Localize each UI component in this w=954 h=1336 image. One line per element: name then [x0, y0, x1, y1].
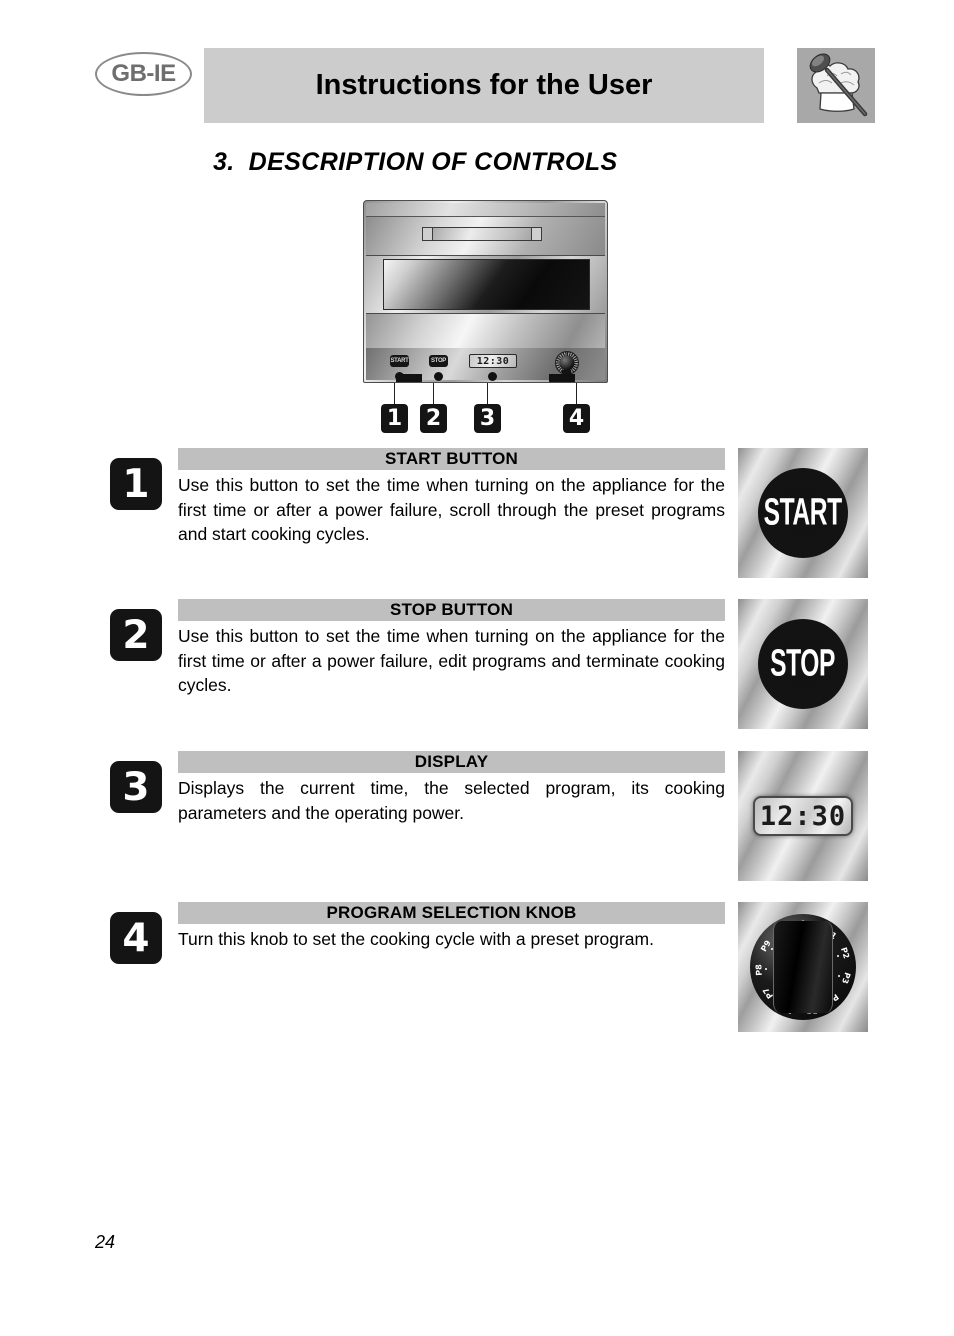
item-badge-3: 3: [110, 761, 162, 813]
oven-handle-zone: [366, 217, 605, 256]
callout-3: 3: [474, 404, 501, 433]
oven-foot-right: [549, 374, 575, 382]
item-badge-1: 1: [110, 458, 162, 510]
chef-hat-spoon-icon: [797, 48, 875, 123]
start-button-photo: START: [738, 448, 868, 578]
header-title-bar: Instructions for the User: [204, 48, 764, 123]
page-header: GB-IE Instructions for the User: [0, 0, 954, 135]
diagram-stop-indicator: [434, 372, 443, 381]
leader-line-2: [433, 383, 434, 404]
item-body-2: Use this button to set the time when tur…: [178, 626, 725, 695]
display-value: 12:30: [759, 800, 847, 832]
page-number: 24: [95, 1232, 116, 1252]
item-text-1: START BUTTON Use this button to set the …: [178, 448, 725, 547]
program-knob-photo: 0 P1 P2 P3 P4 P5 P6 P7 P8 P9: [738, 902, 868, 1032]
item-heading-1: START BUTTON: [178, 448, 725, 470]
stop-button-label: STOP: [770, 642, 836, 685]
section-title: 3. DESCRIPTION OF CONTROLS: [213, 148, 618, 177]
start-button-graphic: START: [758, 468, 848, 558]
callout-2: 2: [420, 404, 447, 433]
item-badge-4: 4: [110, 912, 162, 964]
oven-mid-band: [366, 313, 605, 349]
oven-door-window: [383, 259, 590, 310]
diagram-start-button: START: [390, 355, 409, 367]
section-title-text: DESCRIPTION OF CONTROLS: [248, 148, 618, 176]
item-body-1: Use this button to set the time when tur…: [178, 475, 725, 544]
page-title: Instructions for the User: [315, 69, 653, 101]
section-number: 3.: [213, 148, 235, 176]
item-body-4: Turn this knob to set the cooking cycle …: [178, 929, 654, 949]
diagram-display-indicator: [488, 372, 497, 381]
callout-4: 4: [563, 404, 590, 433]
diagram-display: 12:30: [469, 354, 517, 368]
appliance-diagram: START STOP 12:30 1 2 3 4: [363, 200, 608, 433]
item-text-2: STOP BUTTON Use this button to set the t…: [178, 599, 725, 698]
knob-pointer-face: [773, 921, 833, 1013]
oven-door-handle: [422, 227, 542, 241]
item-heading-2: STOP BUTTON: [178, 599, 725, 621]
item-text-3: DISPLAY Displays the current time, the s…: [178, 751, 725, 825]
oven-foot-left: [396, 374, 422, 382]
oven-top-rail: [366, 203, 605, 217]
item-body-3: Displays the current time, the selected …: [178, 778, 725, 823]
stop-button-photo: STOP: [738, 599, 868, 729]
diagram-stop-button: STOP: [429, 355, 448, 367]
language-badge: GB-IE: [95, 52, 192, 96]
item-heading-3: DISPLAY: [178, 751, 725, 773]
leader-line-3: [487, 383, 488, 404]
oven-front-view: START STOP 12:30: [363, 200, 608, 383]
leader-line-1: [394, 383, 395, 404]
stop-button-graphic: STOP: [758, 619, 848, 709]
start-button-label: START: [763, 491, 843, 534]
display-graphic: 12:30: [753, 796, 853, 836]
leader-line-4: [576, 383, 577, 404]
item-text-4: PROGRAM SELECTION KNOB Turn this knob to…: [178, 902, 725, 952]
item-badge-2: 2: [110, 609, 162, 661]
callout-1: 1: [381, 404, 408, 433]
display-photo: 12:30: [738, 751, 868, 881]
item-heading-4: PROGRAM SELECTION KNOB: [178, 902, 725, 924]
program-knob-graphic: 0 P1 P2 P3 P4 P5 P6 P7 P8 P9: [750, 914, 856, 1020]
